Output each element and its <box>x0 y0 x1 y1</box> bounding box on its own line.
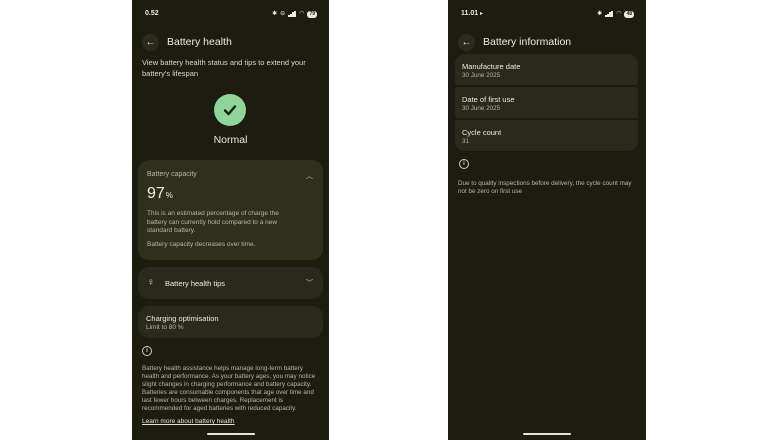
back-button[interactable]: ← <box>458 33 475 51</box>
charging-subtitle: Limit to 80 % <box>146 324 184 331</box>
page-title: Battery information <box>483 36 572 48</box>
back-button[interactable]: ← <box>142 33 159 51</box>
item-title: Date of first use <box>462 95 515 104</box>
item-value: 30 June 2025 <box>462 105 501 112</box>
status-time: 0.52 <box>145 10 159 17</box>
home-indicator[interactable] <box>523 433 571 435</box>
item-title: Cycle count <box>462 128 502 137</box>
capacity-number: 97 <box>147 185 165 202</box>
bluetooth-icon: ✱ <box>272 11 278 17</box>
footer-text: Battery health assistance helps manage l… <box>142 365 316 412</box>
learn-more-link[interactable]: Learn more about battery health <box>142 418 235 425</box>
notification-icon: ▸ <box>480 11 484 17</box>
chevron-down-icon[interactable]: ﹀ <box>306 278 313 288</box>
dnd-icon: ⊖ <box>280 11 286 17</box>
lightbulb-sparkle-icon: ♀ <box>147 277 155 288</box>
charging-title: Charging optimisation <box>146 314 219 323</box>
capacity-note: Battery capacity decreases over time. <box>147 241 256 248</box>
back-arrow-icon: ← <box>145 36 156 48</box>
capacity-title: Battery capacity <box>147 171 197 178</box>
bluetooth-icon: ✱ <box>597 11 603 17</box>
status-bar: 0.52 ✱ ⊖ ◠ 79 <box>132 10 329 20</box>
signal-icon <box>288 11 296 17</box>
item-value: 31 <box>462 138 470 145</box>
capacity-description: This is an estimated percentage of charg… <box>147 210 279 234</box>
battery-health-screen: 0.52 ✱ ⊖ ◠ 79 ← Battery health View batt… <box>132 0 329 440</box>
battery-capacity-card[interactable]: Battery capacity ︿ 97% This is an estima… <box>138 160 323 260</box>
item-value: 30 June 2025 <box>462 72 501 79</box>
status-time: 11.01 <box>461 10 479 17</box>
info-icon: i <box>459 159 469 169</box>
status-icons: ✱ ◠ 48 <box>597 10 634 18</box>
page-title: Battery health <box>167 36 232 48</box>
battery-icon: 79 <box>307 10 317 18</box>
battery-health-tips-card[interactable]: ♀ Battery health tips ﹀ <box>138 267 323 299</box>
tips-label: Battery health tips <box>165 279 226 288</box>
signal-icon <box>605 11 613 17</box>
health-status-label: Normal <box>213 134 248 146</box>
capacity-value: 97% <box>147 185 173 203</box>
battery-icon: 48 <box>624 10 634 18</box>
list-item-cycle-count[interactable]: Cycle count 31 <box>455 120 638 151</box>
list-item-first-use-date[interactable]: Date of first use 30 June 2025 <box>455 87 638 118</box>
status-icons: ✱ ⊖ ◠ 79 <box>272 10 317 18</box>
status-check-badge <box>214 94 246 126</box>
item-title: Manufacture date <box>462 62 521 71</box>
list-item-manufacture-date[interactable]: Manufacture date 30 June 2025 <box>455 54 638 85</box>
back-arrow-icon: ← <box>461 36 472 48</box>
checkmark-icon <box>223 105 237 116</box>
app-bar: ← Battery information <box>458 33 636 51</box>
intro-text: View battery health status and tips to e… <box>142 58 306 78</box>
status-bar: 11.01 ▸ ✱ ◠ 48 <box>448 10 646 20</box>
capacity-unit: % <box>165 191 173 200</box>
info-icon: i <box>142 346 152 356</box>
charging-optimisation-card[interactable]: Charging optimisation Limit to 80 % <box>138 306 323 338</box>
wifi-icon: ◠ <box>616 11 622 17</box>
chevron-up-icon[interactable]: ︿ <box>306 171 313 181</box>
home-indicator[interactable] <box>206 433 255 435</box>
app-bar: ← Battery health <box>142 33 319 51</box>
battery-information-screen: 11.01 ▸ ✱ ◠ 48 ← Battery information Man… <box>448 0 646 440</box>
wifi-icon: ◠ <box>299 11 305 17</box>
cycle-count-note: Due to quality inspections before delive… <box>458 180 632 195</box>
